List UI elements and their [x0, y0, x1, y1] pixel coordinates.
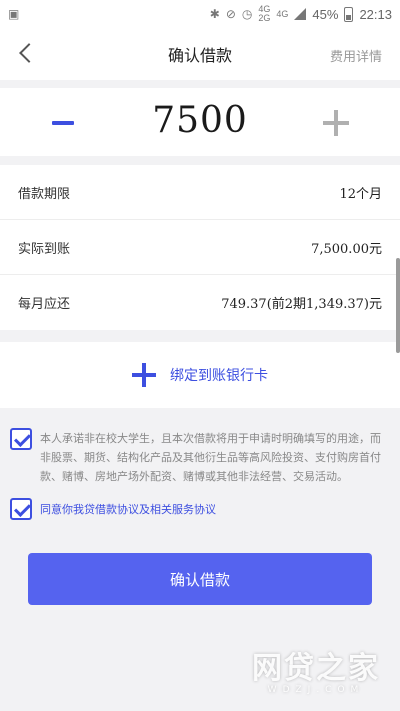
scrollbar[interactable]: [396, 258, 400, 353]
back-arrow-icon[interactable]: [14, 40, 40, 66]
monthly-repayment-row: 每月应还 749.37(前2期1,349.37)元: [0, 275, 400, 330]
add-icon: [132, 363, 156, 387]
loan-term-value: 12个月: [339, 186, 382, 202]
agreements: 本人承诺非在校大学生，且本次借款将用于申请时明确填写的用途，而非股票、期货、结构…: [0, 408, 400, 520]
bind-bank-card-label: 绑定到账银行卡: [170, 368, 268, 384]
pledge-text: 本人承诺非在校大学生，且本次借款将用于申请时明确填写的用途，而非股票、期货、结构…: [40, 432, 381, 483]
actual-received-value: 7,500.00元: [311, 241, 382, 257]
actual-received-row: 实际到账 7,500.00元: [0, 220, 400, 275]
network-bottom: 2G: [258, 13, 271, 23]
plus-icon[interactable]: [323, 110, 349, 136]
battery-percent: 45%: [312, 6, 339, 22]
pledge-agreement: 本人承诺非在校大学生，且本次借款将用于申请时明确填写的用途，而非股票、期货、结构…: [10, 428, 388, 486]
battery-icon: [344, 6, 354, 22]
bind-bank-card-button[interactable]: 绑定到账银行卡: [0, 342, 400, 408]
confirm-loan-button[interactable]: 确认借款: [28, 553, 372, 605]
monthly-repayment-value: 749.37(前2期1,349.37)元: [221, 297, 382, 312]
actual-received-label: 实际到账: [18, 241, 71, 257]
loan-info-list: 借款期限 12个月 实际到账 7,500.00元 每月应还 749.37(前2期…: [0, 165, 400, 330]
bluetooth-icon: ✱: [209, 7, 220, 21]
image-icon: ▣: [8, 7, 20, 21]
watermark-logo: 网贷之家 WDZJ.COM: [252, 643, 380, 695]
loan-term-label: 借款期限: [18, 186, 71, 202]
status-left: ▣: [8, 8, 19, 20]
mute-icon: ⊘: [225, 7, 236, 21]
network-type: 4G 2G: [258, 5, 270, 23]
network-type-alt: 4G: [276, 8, 289, 19]
network-alt: 4G: [276, 8, 289, 19]
status-bar: ▣ ✱ ⊘ ◷ 4G 2G 4G 45% 22:13: [0, 0, 400, 28]
signal-icon: [294, 8, 307, 20]
loan-term-row: 借款期限 12个月: [0, 165, 400, 220]
watermark-main: 网贷之家: [252, 651, 380, 686]
amount-selector: 7500: [0, 88, 400, 156]
fee-details-link[interactable]: 费用详情: [330, 46, 382, 65]
nav-bar: 确认借款 费用详情: [0, 28, 400, 80]
watermark-sub: WDZJ.COM: [267, 685, 365, 695]
alarm-icon: ◷: [241, 7, 253, 21]
status-right: ✱ ⊘ ◷ 4G 2G 4G 45% 22:13: [210, 5, 392, 23]
protocol-agreement: 同意你我贷借款协议及相关服务协议: [10, 498, 388, 520]
monthly-repayment-label: 每月应还: [18, 297, 71, 312]
clock: 22:13: [359, 6, 392, 22]
protocol-link[interactable]: 同意你我贷借款协议及相关服务协议: [40, 498, 216, 519]
protocol-checkbox[interactable]: [10, 498, 32, 520]
pledge-checkbox[interactable]: [10, 428, 32, 450]
page-title: 确认借款: [167, 46, 232, 65]
